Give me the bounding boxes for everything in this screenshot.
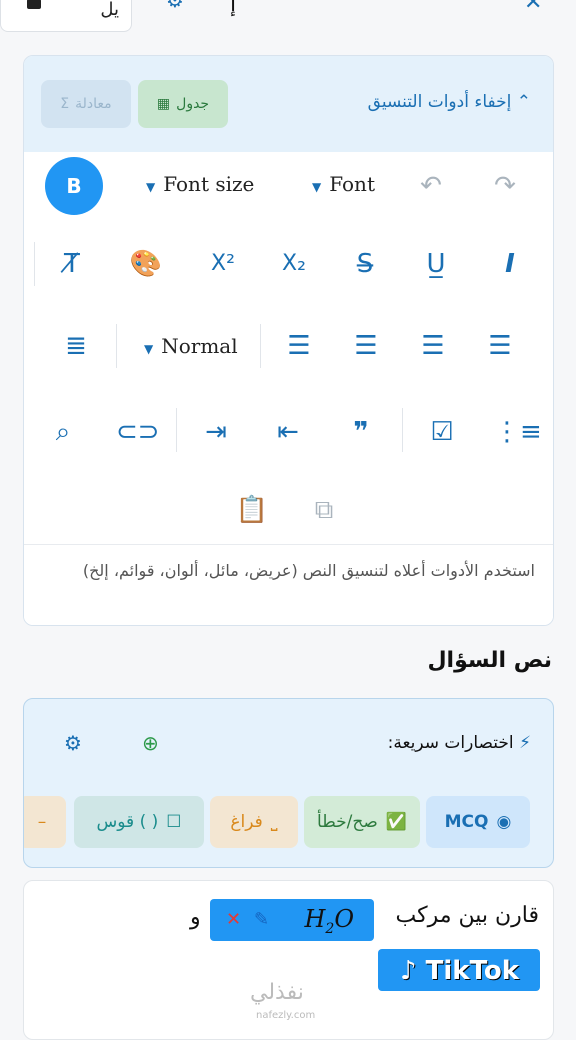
- align-justify-icon[interactable]: ☰: [279, 326, 319, 366]
- undo-icon[interactable]: ↶: [411, 166, 451, 206]
- toolbar-hint-text: استخدم الأدوات أعلاه لتنسيق النص (عريض، …: [82, 561, 535, 580]
- hide-tools-label: إخفاء أدوات التنسيق: [367, 92, 512, 112]
- blank-label: فراغ: [230, 812, 263, 832]
- quick-shortcuts-header: ⚡ اختصارات سريعة:: [388, 733, 531, 753]
- delete-formula-icon[interactable]: ✕: [226, 909, 241, 930]
- page-title: إ: [230, 0, 237, 17]
- bold-button[interactable]: B: [45, 157, 103, 215]
- gear-icon[interactable]: ⚙: [64, 731, 82, 755]
- link-icon[interactable]: ⊂⊃: [116, 412, 160, 452]
- checkbox-icon[interactable]: ☑: [422, 412, 462, 452]
- toolbar-hint: استخدم الأدوات أعلاه لتنسيق النص (عريض، …: [24, 544, 553, 625]
- font-family-dropdown[interactable]: ▼ Font: [312, 172, 375, 196]
- formula-main: H: [304, 905, 326, 933]
- caret-down-icon: ▼: [312, 180, 322, 194]
- toolbar-card-header: ⌃ إخفاء أدوات التنسيق ▦ جدول Σ معادلة: [24, 56, 553, 152]
- checkmark-icon: ✅: [385, 812, 407, 832]
- align-left-icon[interactable]: ☰: [480, 326, 520, 366]
- gear-icon[interactable]: ⚙: [166, 0, 186, 10]
- indent-increase-icon[interactable]: ⇥: [196, 412, 236, 452]
- underline-icon[interactable]: U̲: [416, 244, 456, 284]
- editor-conjunction: و: [190, 905, 201, 930]
- sigma-icon: Σ: [60, 96, 70, 112]
- search-icon[interactable]: ⌕: [43, 412, 83, 452]
- hide-tools-toggle[interactable]: ⌃ إخفاء أدوات التنسيق: [368, 92, 531, 112]
- quick-shortcuts-panel: ⚡ اختصارات سريعة: ⊕ ⚙ MCQ ◉ صح/خطأ ✅ فرا…: [23, 698, 554, 868]
- shortcut-mcq[interactable]: MCQ ◉: [426, 796, 530, 848]
- text-color-palette-icon[interactable]: 🎨: [126, 244, 166, 284]
- formula-subscript: 2: [325, 920, 335, 937]
- mcq-label: MCQ: [444, 812, 489, 832]
- redo-icon[interactable]: ↷: [485, 166, 525, 206]
- top-bar: يل ⚙ إ ✕: [0, 0, 576, 38]
- top-left-button-label: يل: [100, 0, 119, 20]
- paragraph-style-dropdown[interactable]: ▼ Normal: [144, 334, 238, 358]
- formula-tail: O: [334, 905, 354, 933]
- question-text-heading: نص السؤال: [427, 648, 552, 673]
- blank-icon: ⎵: [270, 812, 278, 832]
- shortcut-true-false[interactable]: صح/خطأ ✅: [304, 796, 420, 848]
- blockquote-icon[interactable]: ❞: [341, 412, 381, 452]
- lightning-icon: ⚡: [519, 733, 531, 753]
- square-icon: [27, 0, 41, 9]
- top-left-button[interactable]: يل: [0, 0, 132, 32]
- bullet-list-icon[interactable]: ⋮≡: [494, 412, 542, 452]
- close-icon[interactable]: ✕: [524, 0, 542, 15]
- font-size-label: Font size: [163, 172, 255, 196]
- nafezly-watermark: نفذلي: [250, 980, 304, 1005]
- insert-equation-label: معادلة: [75, 96, 112, 112]
- radio-icon: ◉: [496, 812, 512, 832]
- formatting-toolbar-card: ⌃ إخفاء أدوات التنسيق ▦ جدول Σ معادلة B …: [23, 55, 554, 626]
- tiktok-watermark: ♪ TikTok: [400, 956, 520, 986]
- add-shortcut-icon[interactable]: ⊕: [142, 731, 159, 755]
- italic-icon[interactable]: I: [490, 244, 530, 284]
- true-false-label: صح/خطأ: [317, 812, 378, 832]
- paste-icon[interactable]: 📋: [232, 490, 272, 530]
- shortcut-more[interactable]: –: [24, 796, 66, 848]
- chevron-up-icon: ⌃: [516, 92, 531, 112]
- subscript-icon[interactable]: X₂: [274, 244, 314, 284]
- nafezly-url-watermark: nafezly.com: [256, 1010, 316, 1021]
- clear-format-icon[interactable]: T̸: [52, 244, 92, 284]
- caret-down-icon: ▼: [146, 180, 156, 194]
- formula-text: H2O: [304, 905, 354, 937]
- font-family-label: Font: [329, 172, 375, 196]
- toolbar-divider: [402, 408, 403, 452]
- formula-chip[interactable]: ✕ ✎ H2O: [210, 899, 374, 941]
- caret-down-icon: ▼: [144, 342, 154, 356]
- superscript-icon[interactable]: X²: [203, 244, 243, 284]
- align-right-icon[interactable]: ☰: [346, 326, 386, 366]
- copy-icon[interactable]: ⧉: [304, 490, 344, 530]
- quick-shortcuts-label: اختصارات سريعة:: [387, 733, 514, 753]
- insert-table-button[interactable]: ▦ جدول: [138, 80, 228, 128]
- toolbar-divider: [176, 408, 177, 452]
- parentheses-label: قوس ( ): [96, 812, 159, 832]
- dash-icon: –: [37, 812, 47, 832]
- align-center-icon[interactable]: ☰: [413, 326, 453, 366]
- paragraph-style-label: Normal: [161, 334, 238, 358]
- toolbar-divider: [260, 324, 261, 368]
- font-size-dropdown[interactable]: ▼ Font size: [146, 172, 254, 196]
- square-icon: ☐: [166, 812, 182, 832]
- insert-equation-button[interactable]: Σ معادلة: [41, 80, 131, 128]
- numbered-list-icon[interactable]: ≣: [56, 326, 96, 366]
- insert-table-label: جدول: [176, 96, 210, 112]
- editor-text: قارن بين مركب: [395, 903, 540, 928]
- strikethrough-icon[interactable]: S̶: [345, 244, 385, 284]
- shortcut-parentheses[interactable]: قوس ( ) ☐: [74, 796, 204, 848]
- toolbar-divider: [116, 324, 117, 368]
- shortcut-blank[interactable]: فراغ ⎵: [210, 796, 298, 848]
- toolbar-divider: [34, 242, 35, 286]
- table-icon: ▦: [156, 96, 171, 112]
- indent-decrease-icon[interactable]: ⇤: [268, 412, 308, 452]
- edit-formula-icon[interactable]: ✎: [254, 909, 269, 930]
